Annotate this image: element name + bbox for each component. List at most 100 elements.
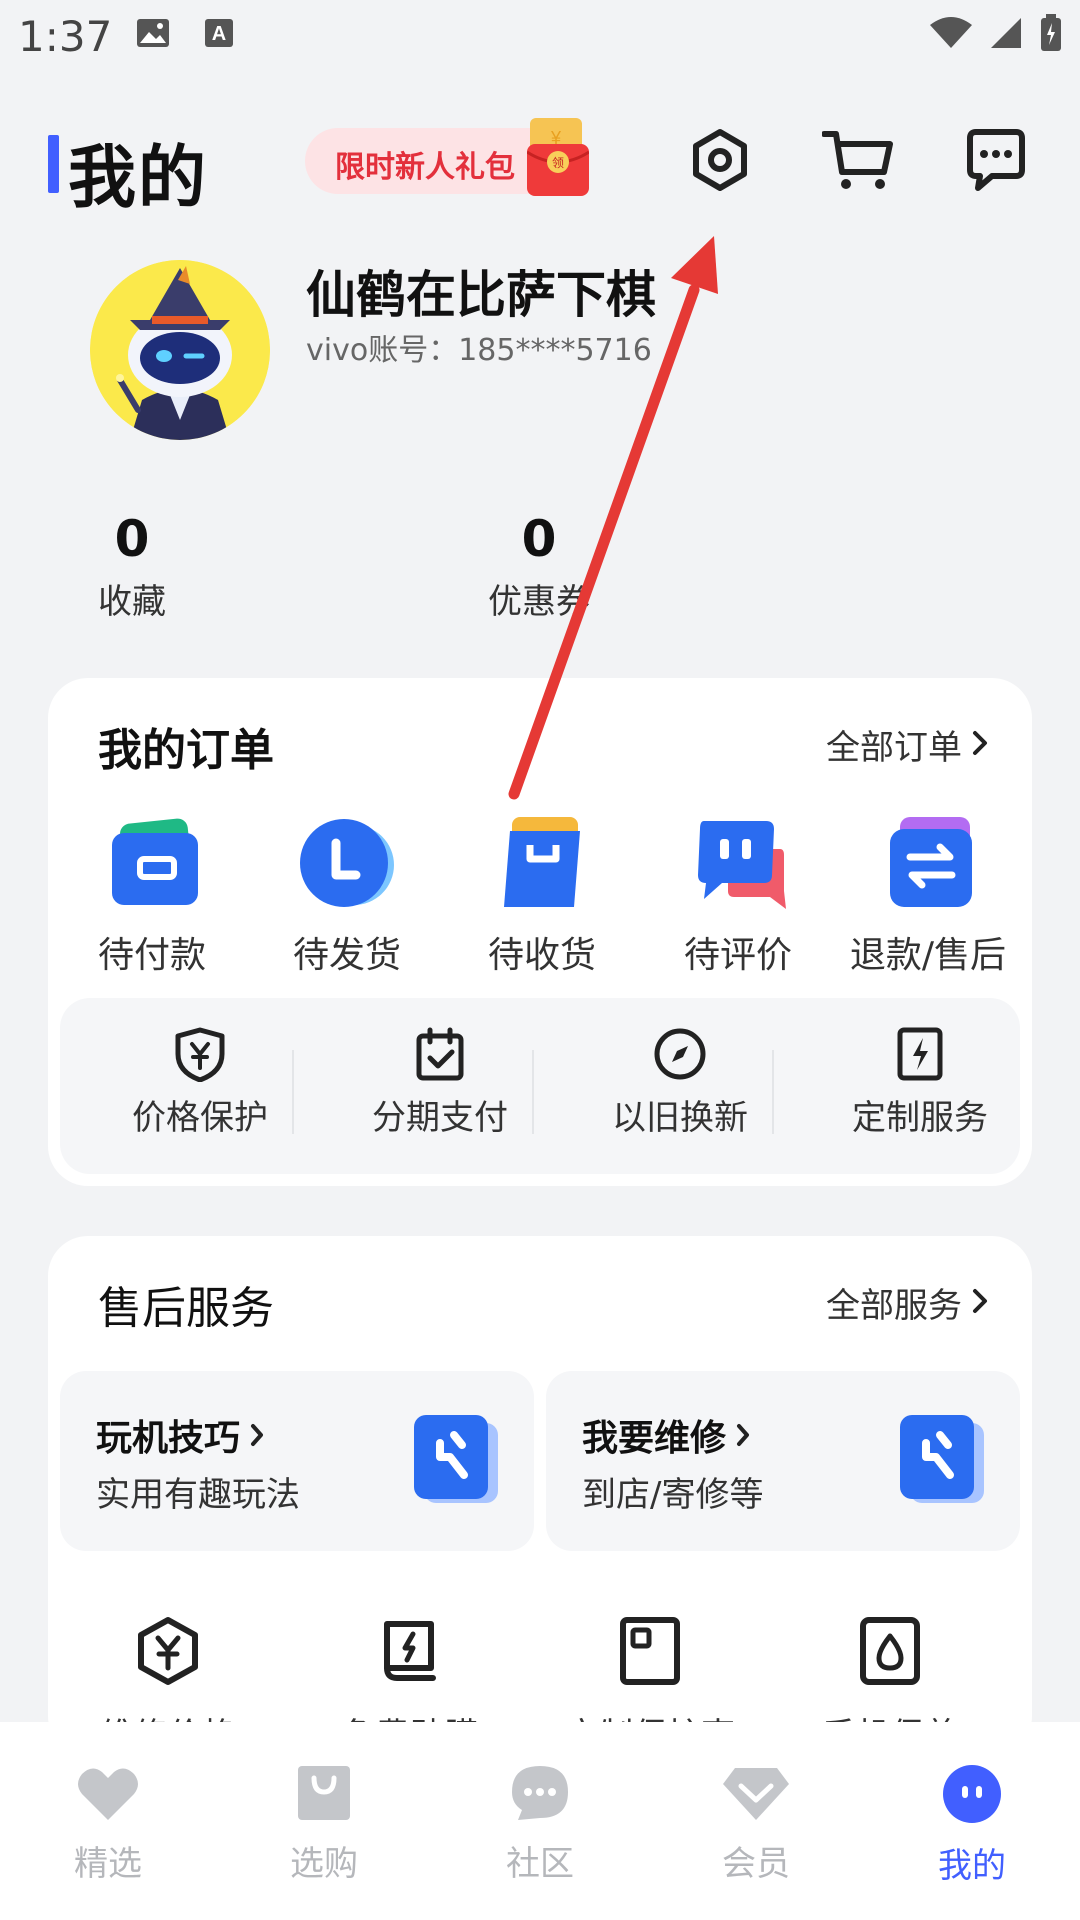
all-services-link[interactable]: 全部服务 [826,1278,988,1327]
order-label: 待发货 [292,935,401,976]
wallet-icon [62,808,242,918]
orders-title: 我的订单 [98,725,274,776]
order-refund-after-sales[interactable]: 退款/售后 [838,808,1018,978]
order-pending-review[interactable]: 待评价 [648,808,828,978]
status-bar: 1:37 A [0,0,1080,76]
wrench-icon [410,1413,502,1513]
promo-label: 限时新人礼包 [335,150,515,185]
shopping-cart-icon[interactable] [821,128,894,196]
refund-icon [838,808,1018,918]
nav-label: 选购 [290,1844,358,1884]
shopping-bag-icon [244,1764,404,1826]
service-label: 定制服务 [852,1098,988,1138]
tip-card-title-text: 我要维修 [582,1418,727,1459]
font-a-icon: A [204,18,234,52]
profile-dots-icon [892,1764,1052,1828]
all-orders-label: 全部订单 [826,728,962,768]
bottom-nav: 精选 选购 社区 会员 我的 [0,1722,1080,1920]
nav-membership[interactable]: 会员 [676,1764,836,1885]
nav-shop[interactable]: 选购 [244,1764,404,1885]
chevron-right-icon [736,1415,750,1456]
chevron-right-icon [250,1415,264,1456]
battery-icon [1040,14,1062,56]
wifi-icon [930,17,972,53]
phone-tips-card[interactable]: 玩机技巧 实用有趣玩法 [60,1371,534,1551]
order-label: 待付款 [97,935,206,976]
trade-in-item[interactable]: 以旧换新 [580,1026,780,1139]
avatar[interactable] [90,260,270,440]
nav-community[interactable]: 社区 [460,1764,620,1885]
calendar-check-icon [340,1026,540,1086]
installment-item[interactable]: 分期支付 [340,1026,540,1139]
nav-label: 我的 [938,1846,1006,1886]
nav-label: 会员 [722,1844,790,1884]
heart-icon [28,1764,188,1826]
favorites-stat[interactable]: 0 收藏 [32,510,232,623]
coupons-stat[interactable]: 0 优惠券 [439,510,639,623]
clock-icon [257,808,437,918]
price-protection-item[interactable]: 价格保护 [100,1026,300,1139]
nav-featured[interactable]: 精选 [28,1764,188,1885]
order-pending-payment[interactable]: 待付款 [62,808,242,978]
order-label: 待收货 [487,935,596,976]
all-services-label: 全部服务 [826,1286,962,1326]
service-label: 分期支付 [372,1098,508,1138]
red-packet-icon: ¥ 领 [526,116,590,202]
divider [772,1050,774,1134]
wrench-icon [896,1413,988,1513]
nav-label: 社区 [506,1844,574,1884]
screen-film-icon [290,1616,530,1690]
price-hexagon-icon [48,1616,288,1690]
phone-case-icon [530,1616,770,1690]
lightning-card-icon [820,1026,1020,1086]
tip-card-title-text: 玩机技巧 [96,1418,241,1459]
settings-icon[interactable] [688,128,752,196]
title-accent-bar [48,135,59,193]
message-icon[interactable] [964,128,1028,196]
shield-yuan-icon [100,1026,300,1086]
order-services-panel: 价格保护 分期支付 以旧换新 定制服务 [60,998,1020,1174]
repair-request-card[interactable]: 我要维修 到店/寄修等 [546,1371,1020,1551]
divider [532,1050,534,1134]
order-label: 退款/售后 [849,935,1007,976]
header: 我的 限时新人礼包 ¥ 领 [0,100,1080,230]
chat-bubble-icon [460,1764,620,1826]
page-title: 我的 [68,139,209,218]
gallery-icon [136,18,170,52]
package-icon [452,808,632,918]
custom-service-item[interactable]: 定制服务 [820,1026,1020,1139]
tip-card-title: 我要维修 [582,1409,750,1461]
nav-label: 精选 [74,1844,142,1884]
chevron-right-icon [972,725,988,765]
cell-signal-icon [990,17,1022,53]
service-label: 价格保护 [132,1098,268,1138]
diamond-icon [676,1764,836,1826]
order-pending-receipt[interactable]: 待收货 [452,808,632,978]
order-pending-shipment[interactable]: 待发货 [257,808,437,978]
svg-text:A: A [212,23,226,45]
order-label: 待评价 [683,935,792,976]
account-id: vivo账号：185****5716 [306,333,652,368]
promo-badge: 领 [552,156,564,170]
tip-card-subtitle: 到店/寄修等 [582,1475,764,1515]
tip-card-title: 玩机技巧 [96,1409,264,1461]
my-orders-card: 我的订单 全部订单 待付款 待发货 待收货 待评价 退款/售后 价格保护 分期支… [48,678,1032,1186]
droplet-icon [770,1616,1010,1690]
comment-icon [648,808,828,918]
coupons-label: 优惠券 [488,582,590,622]
new-user-gift-button[interactable]: 限时新人礼包 ¥ 领 [305,118,590,196]
coupons-count: 0 [521,510,557,568]
status-time: 1:37 [18,12,113,61]
favorites-label: 收藏 [98,582,166,622]
favorites-count: 0 [114,510,150,568]
chevron-right-icon [972,1283,988,1323]
after-sales-title: 售后服务 [98,1283,274,1334]
all-orders-link[interactable]: 全部订单 [826,720,988,769]
divider [292,1050,294,1134]
nav-mine[interactable]: 我的 [892,1764,1052,1887]
service-label: 以旧换新 [612,1098,748,1138]
after-sales-card: 售后服务 全部服务 玩机技巧 实用有趣玩法 我要维修 到店/寄修等 维修价格 [48,1236,1032,1756]
nickname: 仙鹤在比萨下棋 [306,266,656,324]
compass-icon [580,1026,780,1086]
tip-card-subtitle: 实用有趣玩法 [96,1475,300,1515]
